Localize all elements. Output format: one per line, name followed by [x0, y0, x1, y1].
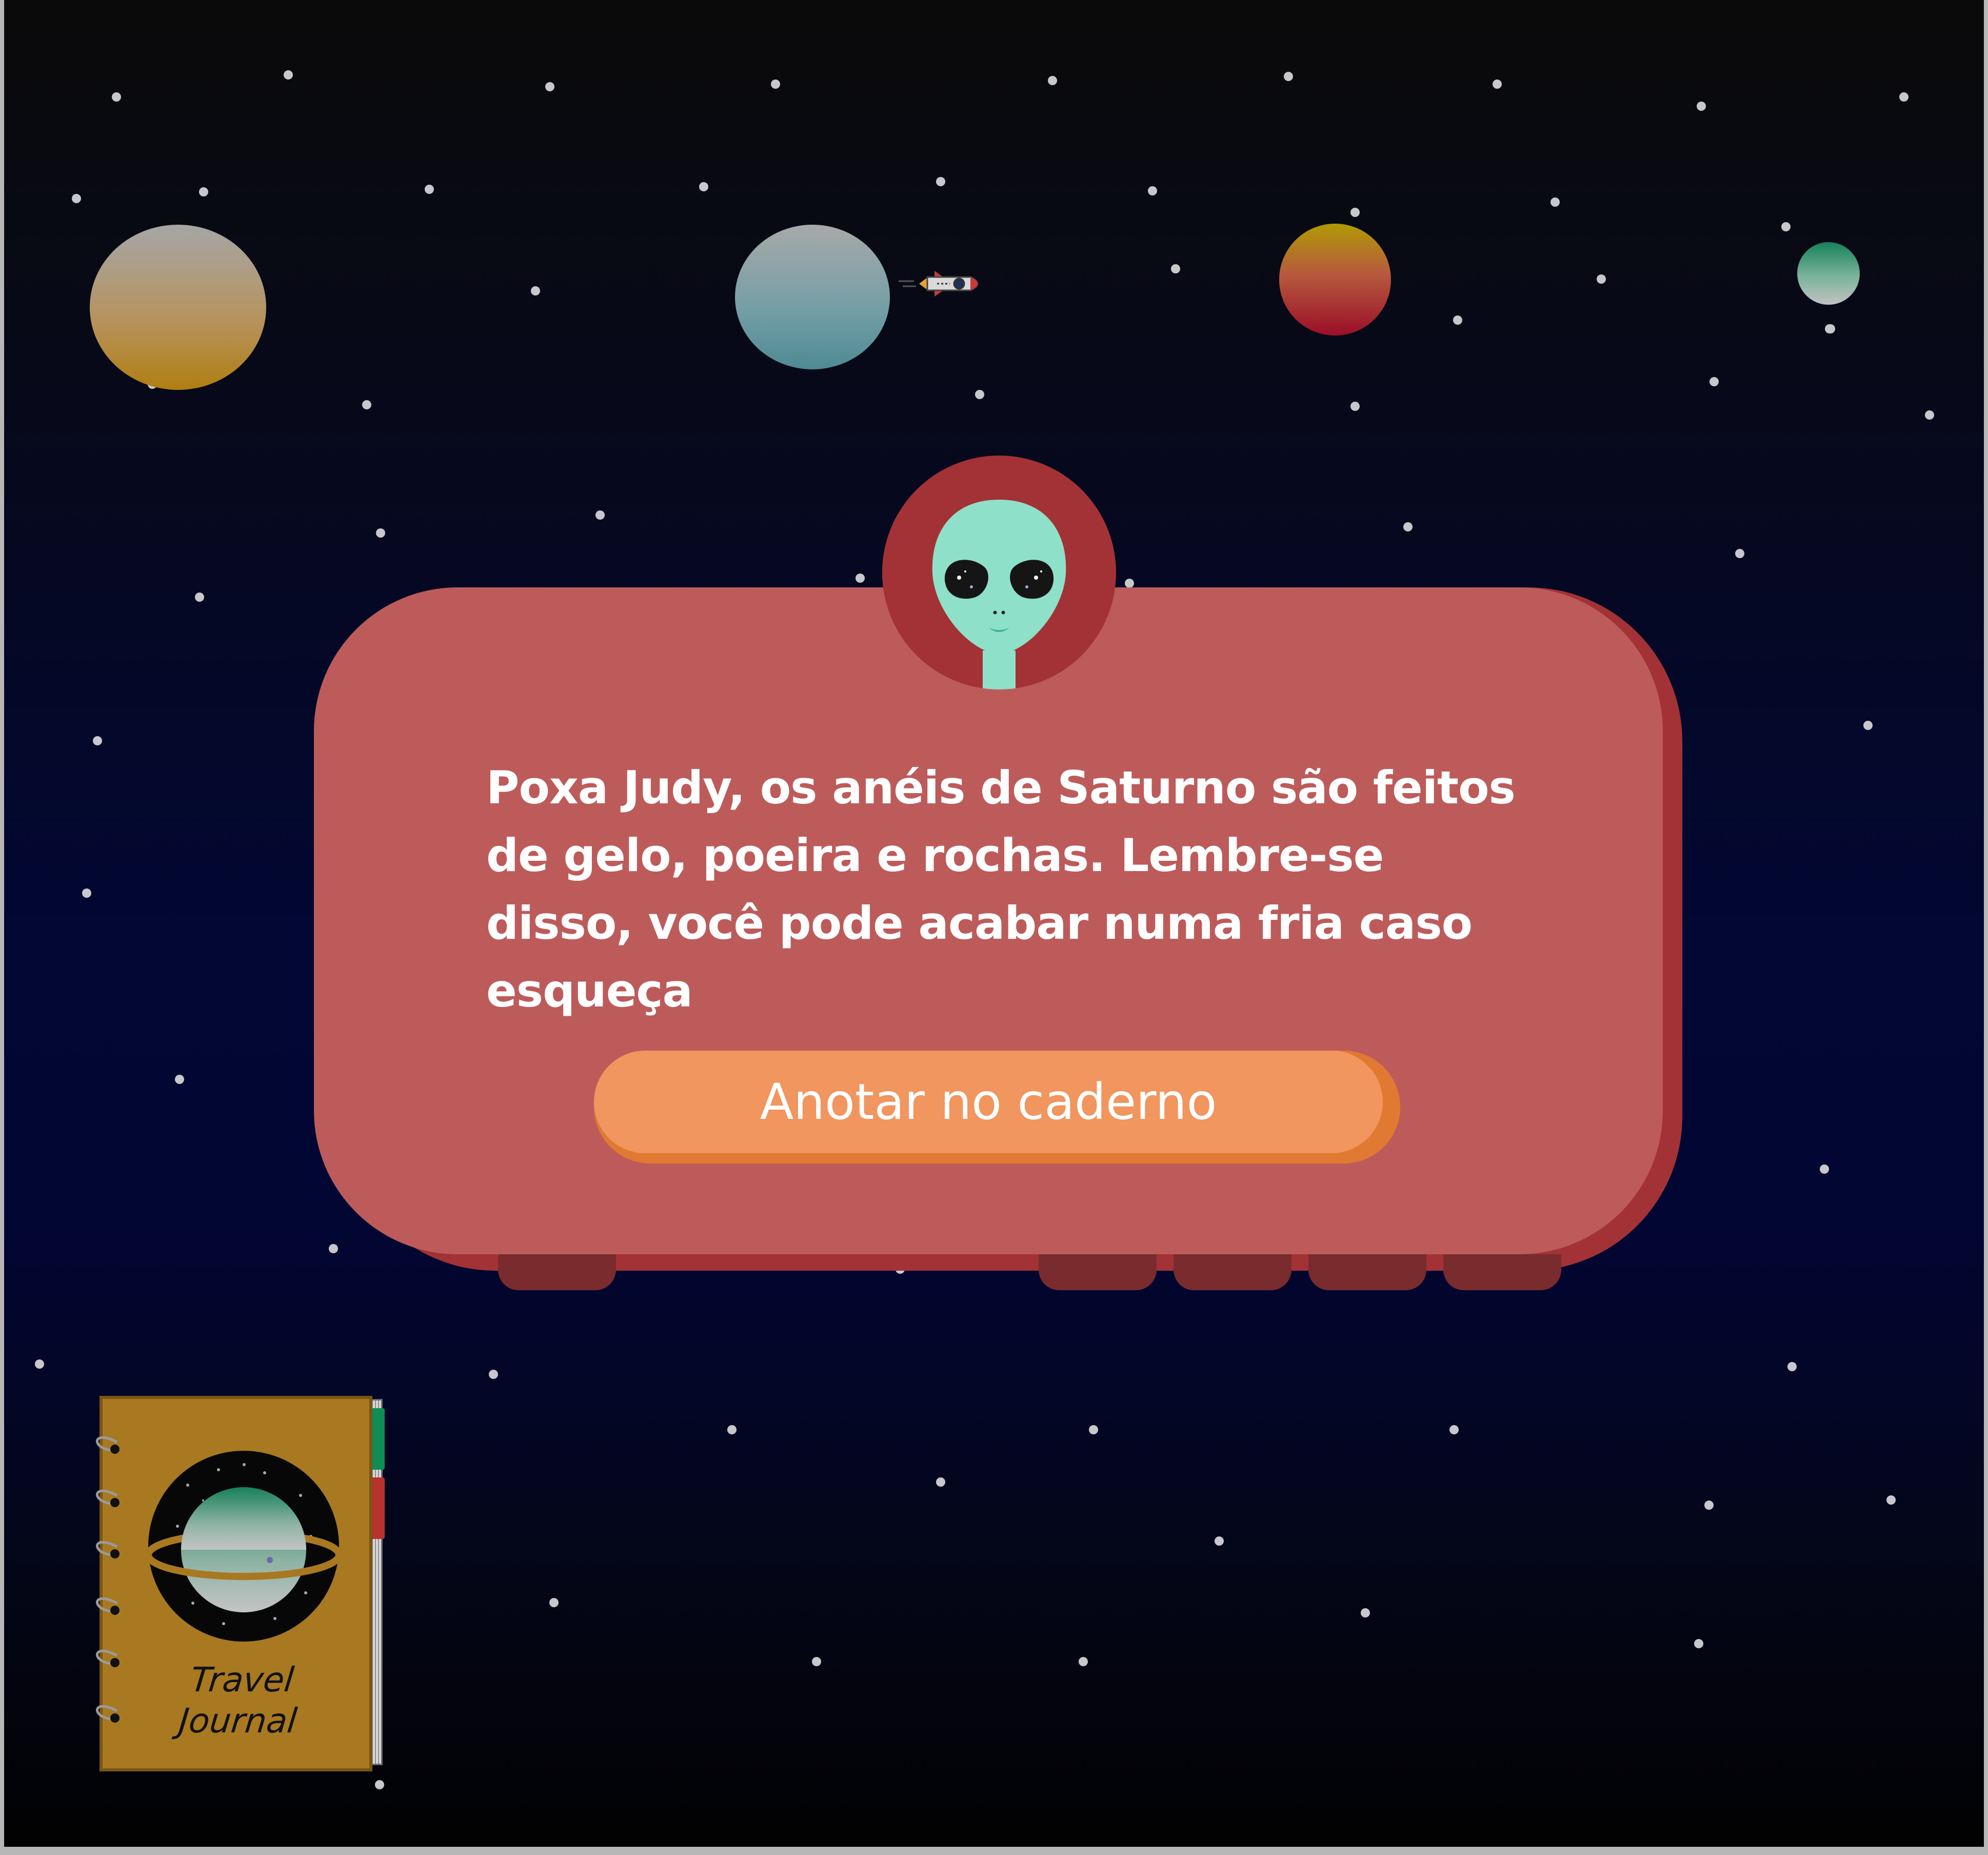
- star: [727, 1425, 737, 1434]
- star: [93, 736, 102, 745]
- star: [1453, 315, 1462, 325]
- star: [1899, 92, 1909, 102]
- star: [199, 187, 208, 196]
- star: [1048, 76, 1057, 85]
- star: [1350, 402, 1360, 411]
- rocket-icon: [899, 271, 979, 297]
- star: [284, 70, 293, 80]
- star: [1781, 222, 1791, 231]
- star: [975, 390, 984, 399]
- planet-red: [1279, 224, 1391, 336]
- star: [1709, 377, 1719, 386]
- dialog-foot: [1308, 1254, 1426, 1290]
- star: [595, 510, 605, 520]
- dialog-foot: [498, 1254, 616, 1290]
- star: [1361, 1608, 1370, 1617]
- star: [1735, 549, 1744, 558]
- star: [1550, 198, 1560, 207]
- saturn-emblem-icon: [147, 1451, 341, 1642]
- star: [856, 574, 865, 583]
- star: [531, 286, 540, 295]
- star: [1079, 1657, 1088, 1666]
- travel-journal-icon[interactable]: Travel Journal: [81, 1393, 389, 1772]
- star: [1597, 274, 1606, 284]
- star: [362, 400, 371, 409]
- star: [1925, 410, 1934, 420]
- star: [112, 92, 121, 102]
- star: [545, 82, 554, 91]
- star: [1449, 1425, 1459, 1434]
- star: [425, 185, 434, 194]
- dialog-foot: [1039, 1254, 1157, 1290]
- star: [936, 177, 945, 186]
- star: [82, 889, 91, 898]
- star: [1493, 80, 1502, 89]
- star: [812, 1657, 821, 1666]
- star: [1089, 1425, 1098, 1434]
- spiral-binding-icon: [96, 1436, 120, 1723]
- star: [1820, 1165, 1829, 1174]
- dialog-foot: [1443, 1254, 1561, 1290]
- star: [936, 1477, 945, 1487]
- star: [329, 1244, 338, 1253]
- alien-icon: [932, 500, 1066, 689]
- star: [1403, 522, 1413, 531]
- star: [1787, 1362, 1797, 1371]
- journal-title: Travel Journal: [123, 1660, 357, 1742]
- star: [1284, 72, 1293, 81]
- star: [699, 182, 708, 191]
- star: [175, 1075, 184, 1084]
- dialog-message: Poxa Judy, os anéis de Saturno são feito…: [486, 761, 1516, 1017]
- journal-title-line-1: Travel: [188, 1660, 296, 1700]
- star: [1863, 721, 1873, 730]
- planet-blue: [735, 225, 890, 369]
- write-in-notebook-button[interactable]: Anotar no caderno: [594, 1051, 1383, 1153]
- star: [771, 80, 780, 89]
- star: [72, 194, 81, 203]
- dialog-foot: [1174, 1254, 1291, 1290]
- star: [35, 1359, 44, 1369]
- star: [1697, 102, 1706, 111]
- star: [195, 593, 204, 602]
- star: [376, 528, 385, 538]
- star: [1886, 1495, 1896, 1505]
- alien-avatar: [882, 456, 1116, 689]
- star: [1704, 1501, 1714, 1510]
- planet-green: [1797, 242, 1860, 305]
- star: [1825, 324, 1834, 333]
- star: [1125, 579, 1134, 588]
- star: [1350, 208, 1360, 217]
- planet-gold: [90, 225, 266, 390]
- star: [489, 1370, 498, 1379]
- star: [1148, 186, 1157, 195]
- space-background: Poxa Judy, os anéis de Saturno são feito…: [4, 0, 1984, 1847]
- star: [1694, 1639, 1703, 1648]
- star: [1215, 1536, 1224, 1546]
- journal-title-line-2: Journal: [177, 1701, 299, 1741]
- button-label: Anotar no caderno: [760, 1073, 1217, 1131]
- star: [375, 1780, 384, 1789]
- star: [1171, 264, 1180, 273]
- star: [549, 1598, 559, 1607]
